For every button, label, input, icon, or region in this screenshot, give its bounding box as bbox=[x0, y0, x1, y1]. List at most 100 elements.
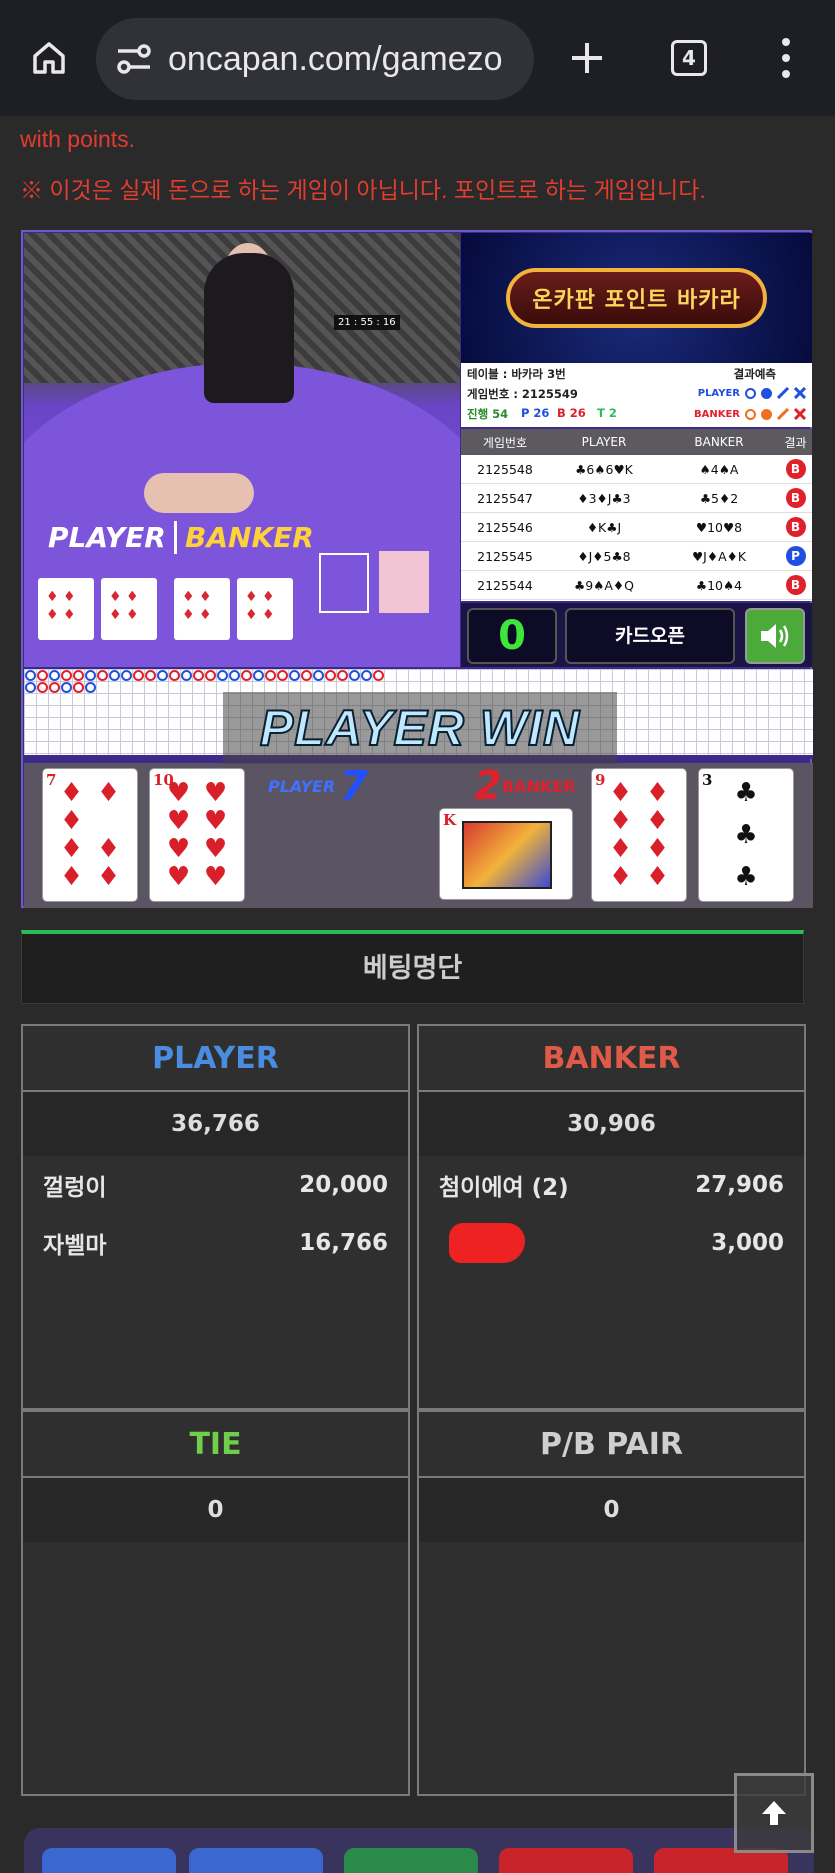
scroll-to-top-button[interactable] bbox=[734, 1773, 814, 1853]
bead-road-marker bbox=[289, 670, 300, 681]
tie-bet-box: TIE 0 bbox=[21, 1410, 410, 1796]
control-bar: 0 카드오픈 bbox=[461, 603, 812, 667]
prediction-banker[interactable]: BANKER bbox=[694, 408, 806, 420]
game-info-panel: 테이블 : 바카라 3번 결과예측 게임번호 : 2125549 PLAYER … bbox=[461, 363, 812, 427]
player-card-1: 7 ♦ ♦ ♦ ♦ ♦ ♦ ♦ bbox=[42, 768, 138, 902]
bead-road-marker bbox=[49, 682, 60, 693]
prediction-player[interactable]: PLAYER bbox=[698, 387, 806, 399]
bead-road-marker bbox=[25, 670, 36, 681]
bead-road-marker bbox=[61, 670, 72, 681]
banker-card-2: 9 ♦ ♦ ♦ ♦ ♦ ♦ ♦ ♦ bbox=[591, 768, 687, 902]
banker-bet-box: BANKER 30,906 첨이에여 (2) 27,906 3,000 bbox=[417, 1024, 806, 1410]
x-icon bbox=[794, 408, 806, 420]
result-badge: P bbox=[785, 546, 806, 566]
history-table: 게임번호 PLAYER BANKER 결과 2125548 ♣6♠6♥K ♠4♠A B… bbox=[461, 429, 812, 601]
result-badge: B bbox=[785, 575, 806, 595]
bead-road-marker bbox=[25, 682, 36, 693]
player-label: PLAYER bbox=[268, 777, 336, 796]
bead-road-marker bbox=[73, 670, 84, 681]
bead-road-marker bbox=[49, 670, 60, 681]
site-settings-icon[interactable] bbox=[114, 39, 154, 79]
video-clock: 21 : 55 : 16 bbox=[334, 315, 400, 330]
redacted-name bbox=[449, 1223, 525, 1263]
game-number: 게임번호 : 2125549 bbox=[467, 387, 578, 401]
card-result-area: 7 ♦ ♦ ♦ ♦ ♦ ♦ ♦ 10 ♥ ♥ ♥ ♥ ♥ ♥ ♥ ♥ PLAYER 7 2 BANKER … bbox=[24, 763, 813, 908]
bead-road-marker bbox=[349, 670, 360, 681]
video-player-label: PLAYER bbox=[48, 521, 166, 554]
banker-count: B 26 bbox=[557, 406, 586, 420]
bet-button-tie[interactable] bbox=[344, 1848, 478, 1873]
bet-button-banker[interactable] bbox=[499, 1848, 633, 1873]
bead-road-marker bbox=[253, 670, 264, 681]
bet-button-p-pair[interactable] bbox=[42, 1848, 176, 1873]
bead-road-marker bbox=[325, 670, 336, 681]
tie-bet-title: TIE bbox=[23, 1412, 408, 1478]
bead-road-marker bbox=[121, 670, 132, 681]
banker-card-1: K bbox=[439, 808, 573, 900]
bead-road-marker bbox=[157, 670, 168, 681]
bead-road-marker bbox=[241, 670, 252, 681]
sound-toggle[interactable] bbox=[745, 608, 805, 664]
pencil-icon bbox=[777, 408, 789, 420]
card-open-button[interactable]: 카드오픈 bbox=[565, 608, 735, 664]
bead-road-marker bbox=[61, 682, 72, 693]
bead-road-marker bbox=[169, 670, 180, 681]
tie-count: T 2 bbox=[597, 406, 617, 420]
tab-switcher-button[interactable]: 4 bbox=[671, 40, 707, 76]
pair-bet-title: P/B PAIR bbox=[419, 1412, 804, 1478]
player-card-2: 10 ♥ ♥ ♥ ♥ ♥ ♥ ♥ ♥ bbox=[149, 768, 245, 902]
home-icon[interactable] bbox=[24, 30, 74, 86]
bead-road-marker bbox=[133, 670, 144, 681]
history-row: 2125544 ♣9♠A♦Q ♣10♠4 B bbox=[461, 571, 812, 600]
player-bet-box: PLAYER 36,766 껄렁이 20,000 자벨마 16,766 bbox=[21, 1024, 410, 1410]
bet-button-bar bbox=[24, 1828, 814, 1873]
round-counter: 0 bbox=[467, 608, 557, 664]
history-row: 2125546 ♦K♣J ♥10♥8 B bbox=[461, 513, 812, 542]
new-tab-icon[interactable] bbox=[562, 30, 612, 86]
history-row: 2125548 ♣6♠6♥K ♠4♠A B bbox=[461, 455, 812, 484]
bead-road-marker bbox=[145, 670, 156, 681]
bead-road-marker bbox=[265, 670, 276, 681]
bead-road-marker bbox=[313, 670, 324, 681]
baccarat-game-panel: 21 : 55 : 16 PLAYER BANKER 온카판 포인트 바카라 테… bbox=[21, 230, 813, 908]
result-badge: B bbox=[785, 488, 806, 508]
notice-text-ko: ※ 이것은 실제 돈으로 하는 게임이 아닙니다. 포인트로 하는 게임입니다. bbox=[20, 177, 706, 203]
bead-road-marker bbox=[85, 682, 96, 693]
bet-entry: 첨이에여 (2) 27,906 bbox=[439, 1172, 784, 1201]
history-row: 2125547 ♦3♦J♣3 ♣5♦2 B bbox=[461, 484, 812, 513]
bet-button-player[interactable] bbox=[189, 1848, 323, 1873]
address-bar[interactable]: oncapan.com/gamezo bbox=[96, 18, 534, 100]
player-bet-title: PLAYER bbox=[23, 1026, 408, 1092]
bead-road-marker bbox=[301, 670, 312, 681]
player-count: P 26 bbox=[521, 406, 550, 420]
bead-road-marker bbox=[97, 670, 108, 681]
more-menu-icon[interactable] bbox=[772, 38, 800, 78]
brand-logo: 온카판 포인트 바카라 bbox=[461, 233, 812, 363]
video-banker-label: BANKER bbox=[174, 521, 314, 554]
history-header: 게임번호 PLAYER BANKER 결과 bbox=[461, 429, 812, 455]
bead-road-marker bbox=[37, 670, 48, 681]
bead-road-marker bbox=[85, 670, 96, 681]
bead-road-marker bbox=[37, 682, 48, 693]
banker-label: BANKER bbox=[502, 777, 576, 796]
live-dealer-video: 21 : 55 : 16 PLAYER BANKER bbox=[24, 233, 460, 667]
url-text[interactable]: oncapan.com/gamezo bbox=[168, 40, 503, 79]
player-total: 7 bbox=[340, 763, 368, 809]
bead-road-marker bbox=[109, 670, 120, 681]
betting-list-header: 베팅명단 bbox=[21, 930, 804, 1004]
browser-toolbar: oncapan.com/gamezo 4 bbox=[0, 0, 835, 116]
bead-road-marker bbox=[181, 670, 192, 681]
bead-road-marker bbox=[361, 670, 372, 681]
bead-road-marker bbox=[277, 670, 288, 681]
bead-road-marker bbox=[73, 682, 84, 693]
bead-road-marker bbox=[337, 670, 348, 681]
tie-bet-total: 0 bbox=[23, 1478, 408, 1542]
speaker-icon bbox=[761, 624, 789, 648]
bead-road-marker bbox=[373, 670, 384, 681]
bead-road-marker bbox=[193, 670, 204, 681]
player-bet-total: 36,766 bbox=[23, 1092, 408, 1156]
arrow-up-icon bbox=[762, 1801, 786, 1825]
bet-entry: 3,000 bbox=[419, 1214, 804, 1272]
prediction-title: 결과예측 bbox=[733, 367, 776, 381]
table-label: 테이블 : 바카라 3번 bbox=[467, 367, 566, 381]
